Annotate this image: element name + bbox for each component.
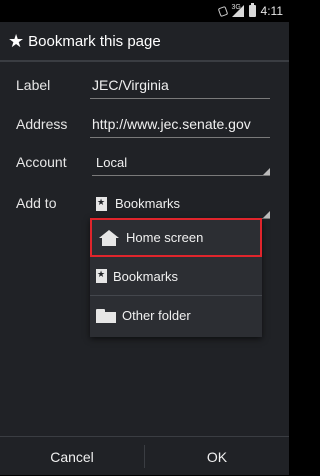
- dropdown-item-other-folder[interactable]: Other folder: [90, 296, 262, 335]
- account-value: Local: [96, 154, 128, 170]
- bookmark-dialog: ★ Bookmark this page Label JEC/Virginia …: [0, 22, 289, 475]
- address-row: Address http://www.jec.senate.gov: [0, 106, 289, 142]
- dropdown-item-label: Other folder: [122, 308, 191, 323]
- bookmark-icon: [96, 196, 107, 211]
- addto-value: Bookmarks: [115, 195, 181, 211]
- addto-row: Add to Bookmarks: [0, 185, 289, 221]
- dropdown-item-home-screen[interactable]: Home screen: [90, 218, 262, 257]
- account-row: Account Local: [0, 144, 289, 180]
- cancel-button[interactable]: Cancel: [0, 437, 144, 476]
- dropdown-arrow-icon: [263, 211, 270, 218]
- status-bar: 3G 4:11: [0, 0, 289, 22]
- dropdown-item-label: Bookmarks: [113, 268, 179, 284]
- bookmark-icon: [96, 269, 107, 283]
- addto-dropdown: Home screen Bookmarks Other folder: [90, 218, 262, 337]
- address-label: Address: [16, 116, 68, 132]
- label-label: Label: [16, 77, 51, 93]
- rotation-icon: [217, 5, 228, 17]
- label-row: Label JEC/Virginia: [0, 67, 289, 103]
- ok-button[interactable]: OK: [145, 437, 289, 476]
- dropdown-item-bookmarks[interactable]: Bookmarks: [90, 257, 262, 296]
- signal-icon: 3G: [231, 4, 244, 17]
- star-icon: ★: [8, 30, 25, 51]
- addto-spinner[interactable]: Bookmarks: [92, 189, 270, 219]
- dropdown-item-label: Home screen: [126, 230, 204, 245]
- dialog-title-text: Bookmark this page: [28, 32, 161, 50]
- home-icon: [98, 229, 120, 246]
- addto-label: Add to: [16, 195, 57, 211]
- battery-icon: [248, 3, 256, 17]
- button-bar: Cancel OK: [0, 436, 289, 476]
- label-input[interactable]: JEC/Virginia: [90, 73, 270, 99]
- address-input[interactable]: http://www.jec.senate.gov: [90, 112, 270, 138]
- account-spinner[interactable]: Local: [92, 150, 270, 176]
- dropdown-arrow-icon: [263, 168, 270, 175]
- dialog-title: ★ Bookmark this page: [0, 22, 289, 60]
- title-divider: [0, 60, 289, 62]
- clock: 4:11: [260, 4, 283, 18]
- folder-icon: [96, 308, 116, 323]
- account-label: Account: [16, 154, 67, 170]
